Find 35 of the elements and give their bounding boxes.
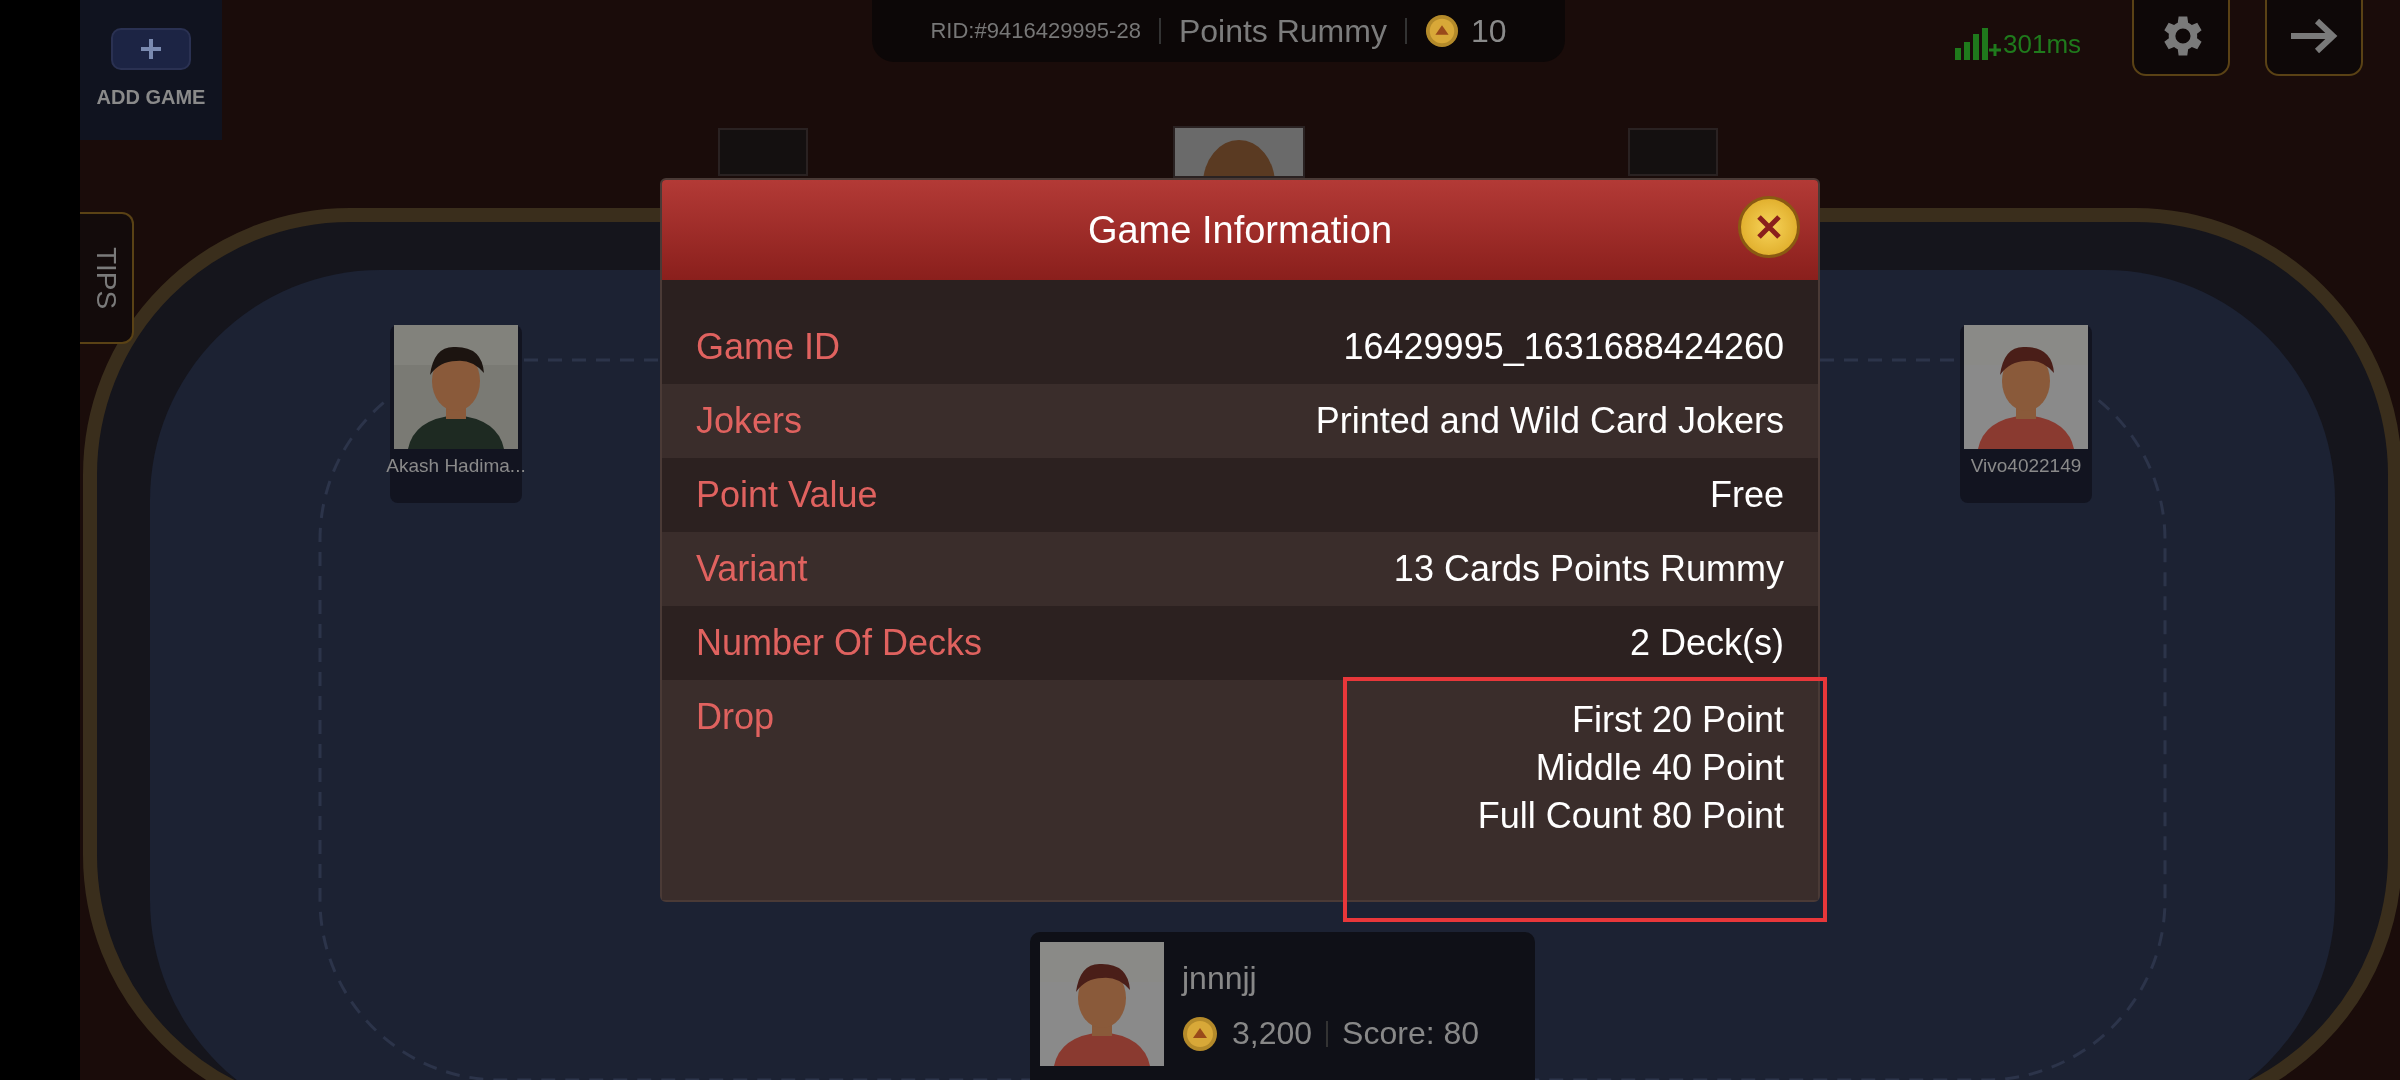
signal-icon (1955, 28, 2001, 60)
field-label: Jokers (696, 400, 803, 442)
field-label: Game ID (696, 326, 841, 368)
field-label: Point Value (696, 474, 878, 516)
plus-icon (111, 28, 191, 70)
player-name: Akash Hadima... (386, 455, 526, 477)
field-value: Printed and Wild Card Jokers (1315, 399, 1784, 443)
close-icon (1756, 214, 1782, 240)
field-value: Free (1709, 473, 1784, 517)
coin-balance: 3,200 (1232, 1015, 1313, 1052)
player-name: Vivo4022149 (1970, 455, 2082, 477)
field-label: Drop (696, 696, 775, 738)
field-value: 16429995_1631688424260 (1343, 325, 1784, 369)
score-text: Score: 80 (1342, 1015, 1480, 1052)
add-game-label: ADD GAME (96, 86, 206, 109)
latency-text: 301ms (2003, 29, 2082, 60)
exit-button[interactable] (2265, 0, 2363, 76)
coin-icon (1182, 1015, 1218, 1052)
field-value: 13 Cards Points Rummy (1393, 547, 1784, 591)
player-name: jnnnjj (1182, 960, 1258, 997)
coin-icon (1424, 14, 1459, 48)
field-value: 2 Deck(s) (1629, 621, 1784, 665)
field-value: Full Count 80 Point (1477, 794, 1784, 838)
arrow-right-icon (2289, 16, 2339, 56)
tips-tab[interactable]: TIPS (80, 212, 134, 344)
field-label: Variant (696, 548, 808, 590)
settings-button[interactable] (2132, 0, 2230, 76)
game-type: Points Rummy (1178, 12, 1387, 50)
field-value: Middle 40 Point (1535, 746, 1784, 790)
add-game-button[interactable]: ADD GAME (80, 0, 222, 140)
coin-balance: 10 (1470, 12, 1507, 50)
dialog-title: Game Information (1087, 208, 1393, 252)
room-id: RID:#9416429995-28 (930, 18, 1141, 44)
field-label: Number Of Decks (696, 622, 983, 664)
field-value: First 20 Point (1571, 698, 1784, 742)
